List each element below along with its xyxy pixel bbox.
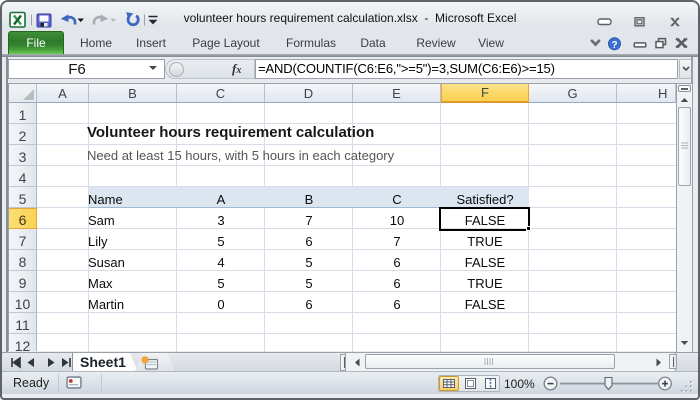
svg-text:?: ? [611,40,617,51]
svg-text:✺: ✺ [141,356,150,367]
